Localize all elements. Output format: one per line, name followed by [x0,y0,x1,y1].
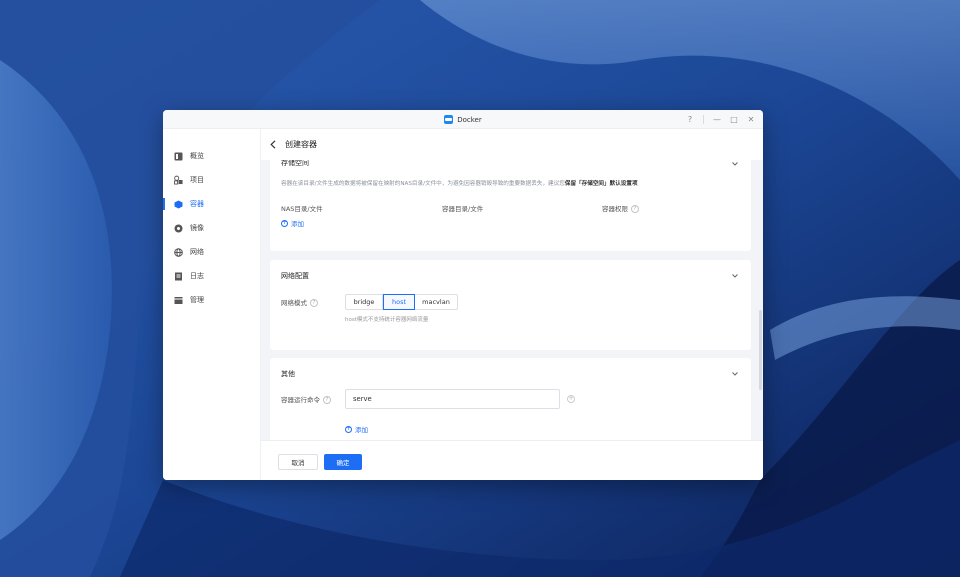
container-path-column: 容器目录/文件 [442,205,484,213]
sidebar-item-label: 镜像 [190,224,204,232]
nas-path-column: NAS目录/文件 [281,205,323,213]
form-footer: 取消 确定 [261,440,763,480]
close-icon[interactable]: ✕ [747,115,755,124]
minimize-icon[interactable]: — [713,115,721,124]
network-section-title: 网络配置 [281,272,309,280]
window-title: Docker [457,115,482,124]
maximize-icon[interactable]: □ [730,115,738,124]
docker-icon [444,115,454,124]
network-mode-selector: bridge host macvlan [345,294,458,310]
command-add-button[interactable]: + 添加 [345,424,368,434]
sidebar-item-label: 管理 [190,296,204,304]
project-icon [174,175,183,185]
cancel-button[interactable]: 取消 [278,454,318,470]
chevron-down-icon[interactable] [731,272,739,280]
sidebar-item-manage[interactable]: 管理 [163,290,261,310]
container-permission-column: 容器权限? [602,203,639,213]
docker-window: Docker ? — □ ✕ 概览 项目 容器 镜像 网络 日志 管理 创建容器… [163,110,763,480]
network-option-macvlan[interactable]: macvlan [415,295,457,309]
sidebar-item-label: 容器 [190,200,204,208]
confirm-button[interactable]: 确定 [324,454,362,470]
network-option-bridge[interactable]: bridge [346,295,383,309]
sidebar-item-project[interactable]: 项目 [163,170,261,190]
network-option-host[interactable]: host [383,294,415,310]
page-header: 创建容器 [261,129,763,160]
storage-add-button[interactable]: + 添加 [281,218,304,228]
sidebar-item-label: 项目 [190,176,204,184]
other-card: 其他 容器运行命令? + + 添加 [270,358,751,440]
container-command-input[interactable] [345,389,560,409]
sidebar-item-network[interactable]: 网络 [163,242,261,262]
other-section-title: 其他 [281,370,295,378]
help-icon[interactable]: ? [631,205,639,213]
page-title: 创建容器 [285,140,317,149]
storage-section-title: 存储空间 [281,160,309,167]
chevron-down-icon[interactable] [731,370,739,378]
storage-description: 容器在该目录/文件生成的数据将被保留在映射的NAS目录/文件中，为避免因容器销毁… [281,181,638,187]
log-icon [174,272,183,281]
network-mode-hint: host模式不支持统计容器网络流量 [345,317,429,323]
network-icon [174,247,183,257]
container-command-label: 容器运行命令? [281,394,331,404]
back-chevron-icon[interactable] [269,140,277,150]
sidebar-item-overview[interactable]: 概览 [163,146,261,166]
help-icon[interactable]: ? [323,396,331,404]
network-mode-label: 网络模式? [281,297,318,307]
chevron-down-icon[interactable] [731,160,739,168]
sidebar-item-image[interactable]: 镜像 [163,218,261,238]
main-content: 创建容器 存储空间 容器在该目录/文件生成的数据将被保留在映射的NAS目录/文件… [261,129,763,480]
scrollbar-thumb[interactable] [759,310,762,390]
sidebar-item-label: 网络 [190,248,204,256]
container-icon [174,200,183,209]
add-command-icon[interactable]: + [567,395,575,403]
manage-icon [174,296,183,305]
help-icon[interactable]: ? [686,115,694,124]
form-scroll-area[interactable]: 存储空间 容器在该目录/文件生成的数据将被保留在映射的NAS目录/文件中，为避免… [261,160,763,440]
help-icon[interactable]: ? [310,299,318,307]
scrollbar[interactable] [759,160,762,440]
plus-circle-icon: + [345,425,352,433]
sidebar-item-label: 概览 [190,152,204,160]
image-icon [174,224,183,233]
sidebar-item-container[interactable]: 容器 [163,194,261,214]
storage-card: 存储空间 容器在该目录/文件生成的数据将被保留在映射的NAS目录/文件中，为避免… [270,160,751,251]
sidebar-item-label: 日志 [190,272,204,280]
sidebar-item-log[interactable]: 日志 [163,266,261,286]
sidebar: 概览 项目 容器 镜像 网络 日志 管理 [163,129,261,480]
title-separator [703,115,704,124]
title-bar[interactable]: Docker ? — □ ✕ [163,110,763,129]
overview-icon [174,152,183,161]
network-card: 网络配置 网络模式? bridge host macvlan host模式不支持… [270,260,751,350]
plus-circle-icon: + [281,219,288,227]
